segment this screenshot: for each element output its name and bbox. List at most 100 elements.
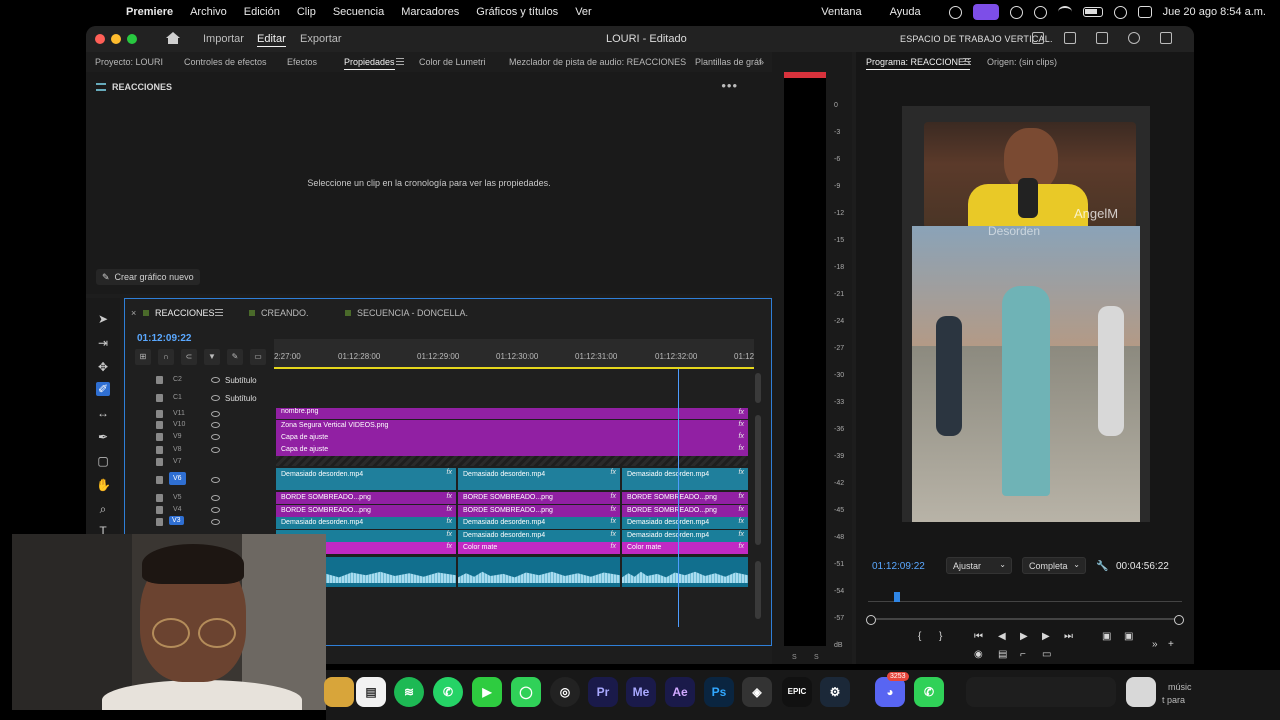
track-id[interactable]: V3 [169, 516, 184, 525]
search-icon[interactable] [1113, 5, 1127, 19]
more-controls-icon[interactable]: » [1152, 639, 1158, 650]
zoom-tool-icon[interactable]: ⌕ [96, 502, 110, 516]
scrollbar[interactable] [755, 415, 761, 545]
tab-propiedades[interactable]: Propiedades [344, 57, 395, 70]
eye-icon[interactable] [211, 434, 220, 440]
pen-tool-icon[interactable]: ✒ [96, 430, 110, 444]
eye-icon[interactable] [211, 495, 220, 501]
solo-left[interactable]: S [792, 654, 797, 661]
menu-graficos[interactable]: Gráficos y títulos [476, 6, 558, 18]
lock-icon[interactable] [156, 376, 163, 384]
audio-clip[interactable] [622, 557, 748, 587]
safe-margins-icon[interactable]: ⌐ [1020, 649, 1026, 660]
clip-borde[interactable]: BORDE SOMBREADO...png fx [622, 492, 748, 504]
settings-wrench-icon[interactable]: ✎ [227, 349, 243, 365]
track-header-c1[interactable]: C1 Subtítulo [145, 393, 273, 407]
go-to-in-icon[interactable]: ⏮ [974, 631, 983, 642]
step-back-icon[interactable]: ◀ [998, 631, 1006, 642]
tab-programa[interactable]: Programa: REACCIONES [866, 57, 971, 70]
lock-icon[interactable] [156, 394, 163, 402]
program-timecode[interactable]: 01:12:09:22 [872, 561, 925, 572]
eye-icon[interactable] [211, 477, 220, 483]
whatsapp-icon[interactable]: ✆ [433, 677, 463, 707]
spotify-icon[interactable]: ≋ [394, 677, 424, 707]
linked-selection-icon[interactable]: ⊂ [181, 349, 197, 365]
creative-cloud-icon[interactable] [948, 5, 962, 19]
battery-icon[interactable] [1082, 7, 1103, 17]
play-icon[interactable] [1033, 5, 1047, 19]
screen-share-icon[interactable] [972, 4, 999, 20]
tab-mezclador[interactable]: Mezclador de pista de audio: REACCIONES [509, 57, 686, 67]
eye-icon[interactable] [211, 519, 220, 525]
eye-icon[interactable] [211, 377, 220, 383]
sequence-menu-icon[interactable] [215, 309, 223, 316]
more-tabs-icon[interactable]: » [759, 57, 764, 67]
audio-clip[interactable] [458, 557, 620, 587]
fullscreen-icon[interactable] [1160, 32, 1172, 44]
button-editor-icon[interactable]: ▤ [998, 649, 1007, 660]
marker-icon[interactable]: ▼ [204, 349, 220, 365]
menu-archivo[interactable]: Archivo [190, 6, 227, 18]
clip-desorden[interactable]: Demasiado desorden.mp4 fx [276, 517, 456, 529]
eye-icon[interactable] [211, 422, 220, 428]
menu-clock[interactable]: Jue 20 ago 8:54 a.m. [1163, 6, 1266, 18]
scrollbar[interactable] [755, 373, 761, 403]
trash-icon[interactable] [1126, 677, 1156, 707]
zoom-icon[interactable] [127, 34, 137, 44]
epic-games-icon[interactable]: EPIC [782, 677, 812, 707]
track-header-v7[interactable]: V7 [145, 457, 273, 471]
clip-borde[interactable]: BORDE SOMBREADO...png fx [458, 505, 620, 517]
slip-tool-icon[interactable]: ↔ [96, 406, 110, 420]
lock-icon[interactable] [156, 410, 163, 418]
vr-icon[interactable]: ▭ [1042, 649, 1051, 660]
wifi-icon[interactable] [1057, 6, 1072, 18]
quality-dropdown[interactable]: Completa ⌄ [1022, 557, 1086, 574]
clip-desorden[interactable]: Demasiado desorden.mp4 fx [458, 468, 620, 490]
close-sequence-icon[interactable]: × [131, 308, 136, 318]
premiere-icon[interactable]: Pr [588, 677, 618, 707]
zoom-scrollbar[interactable] [866, 615, 1184, 625]
tab-seq-reacciones[interactable]: REACCIONES [143, 308, 215, 318]
eye-icon[interactable] [211, 447, 220, 453]
rectangle-tool-icon[interactable]: ▢ [96, 454, 110, 468]
track-header-v3[interactable]: V3 [145, 516, 273, 531]
track-header-v6[interactable]: V6 [145, 472, 273, 489]
control-center-icon[interactable] [1137, 6, 1152, 18]
lock-icon[interactable] [156, 518, 163, 526]
tab-origen[interactable]: Origen: (sin clips) [987, 57, 1057, 67]
track-header-v9[interactable]: V9 [145, 432, 273, 446]
clip-desorden[interactable]: Demasiado desorden.mp4 fx [276, 468, 456, 490]
mark-in-icon[interactable]: { [918, 631, 921, 642]
share-icon[interactable] [1064, 32, 1076, 44]
menu-edicion[interactable]: Edición [244, 6, 280, 18]
clip-borde[interactable]: BORDE SOMBREADO...png fx [622, 505, 748, 517]
hand-tool-icon[interactable]: ✋ [96, 478, 111, 492]
clip-desorden[interactable]: Demasiado desorden.mp4 fx [458, 530, 620, 542]
track-select-icon[interactable]: ⇥ [96, 336, 110, 350]
track-header-c2[interactable]: C2 Subtítulo [145, 375, 273, 389]
clip-borde[interactable]: BORDE SOMBREADO...png fx [276, 492, 456, 504]
menu-clip[interactable]: Clip [297, 6, 316, 18]
list-icon[interactable] [1096, 32, 1108, 44]
tab-proyecto[interactable]: Proyecto: LOURI [95, 57, 163, 67]
eye-icon[interactable] [211, 507, 220, 513]
clip-color-mate[interactable]: Color mate fx [458, 542, 620, 554]
panel-icon[interactable] [1032, 32, 1044, 44]
eye-icon[interactable] [211, 395, 220, 401]
time-ruler[interactable]: 2:27:00 01:12:28:00 01:12:29:00 01:12:30… [274, 339, 754, 369]
wrench-icon[interactable]: 🔧 [1096, 561, 1108, 572]
ripple-edit-icon[interactable]: ✥ [96, 360, 110, 374]
step-forward-icon[interactable]: ▶ [1042, 631, 1050, 642]
photoshop-icon[interactable]: Ps [704, 677, 734, 707]
messages-icon[interactable]: ◯ [511, 677, 541, 707]
new-graphic-button[interactable]: ✎ Crear gráfico nuevo [96, 269, 200, 285]
lock-icon[interactable] [156, 476, 163, 484]
program-ruler[interactable] [868, 590, 1182, 602]
program-menu-icon[interactable] [963, 58, 971, 65]
selection-tool-icon[interactable]: ➤ [96, 312, 110, 326]
tab-menu-icon[interactable] [396, 58, 404, 65]
nest-icon[interactable]: ⊞ [135, 349, 151, 365]
menu-ventana[interactable]: Ventana [821, 6, 861, 18]
menu-ver[interactable]: Ver [575, 6, 592, 18]
snap-icon[interactable]: ∩ [158, 349, 174, 365]
